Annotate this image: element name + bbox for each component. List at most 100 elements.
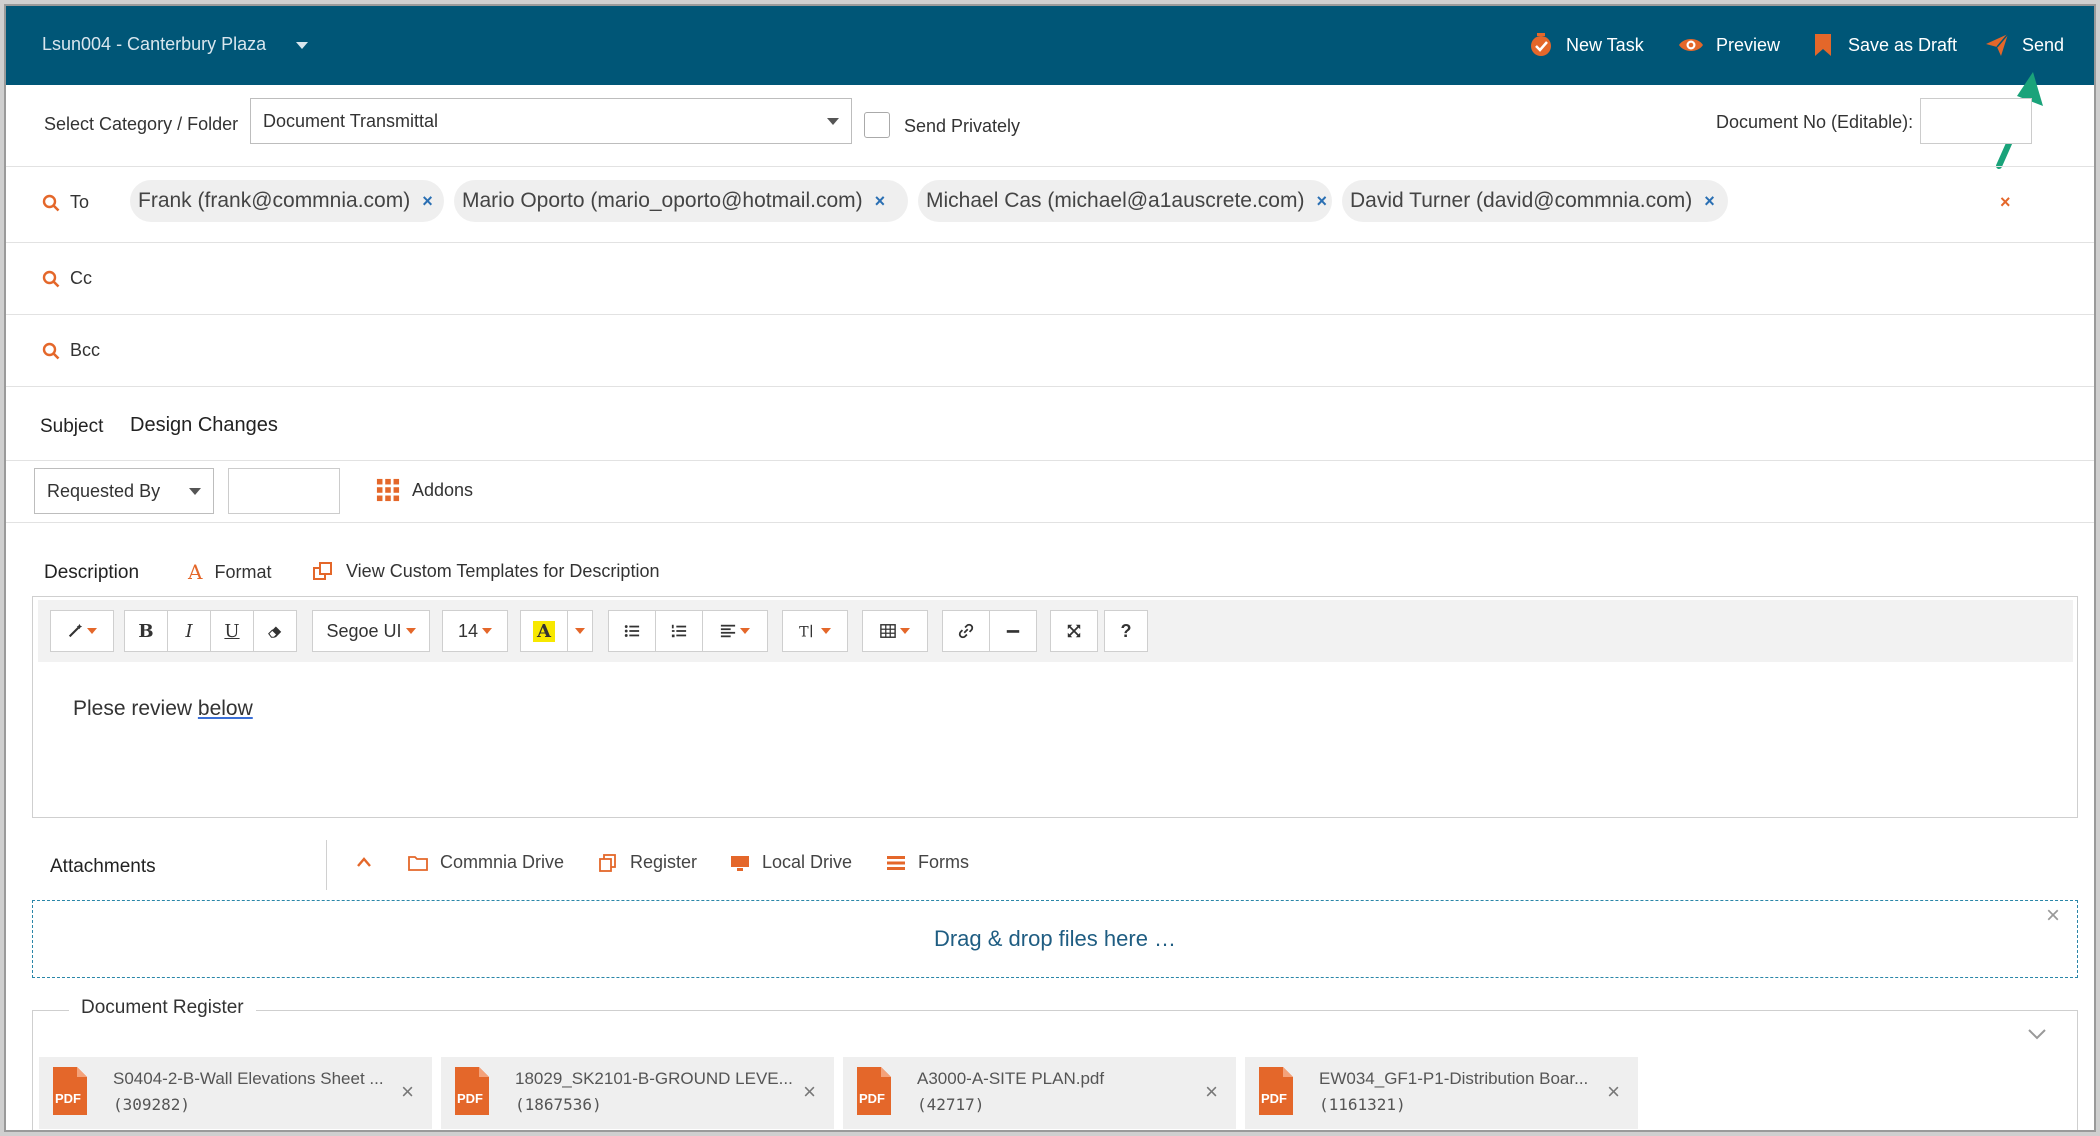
dropzone-label: Drag & drop files here … [933,926,1177,951]
attached-file[interactable]: PDF EW034_GF1-P1-Distribution Boar... (1… [1245,1057,1638,1129]
remove-recipient-icon[interactable]: × [1704,191,1715,212]
cc-label: Cc [70,268,92,288]
subject-label: Subject [40,416,104,437]
divider [6,314,2094,315]
pdf-label: PDF [1261,1091,1287,1106]
chevron-down-icon [405,628,416,634]
attachments-label: Attachments [50,856,156,877]
format-label: Format [214,561,272,582]
attached-file[interactable]: PDF S0404-2-B-Wall Elevations Sheet ... … [39,1057,432,1129]
remove-file-icon[interactable]: × [1607,1079,1620,1105]
file-dropzone[interactable]: Drag & drop files here … [32,900,2078,978]
to-label: To [70,192,90,212]
to-field-label[interactable]: To [42,192,89,213]
subject-input[interactable]: Design Changes [130,414,278,437]
remove-recipient-icon[interactable]: × [875,191,886,212]
register-button[interactable]: Register [598,852,697,873]
bcc-field-label[interactable]: Bcc [42,340,100,361]
file-name: 18029_SK2101-B-GROUND LEVE... [515,1069,793,1088]
category-label: Select Category / Folder [44,114,239,134]
remove-file-icon[interactable]: × [401,1079,414,1105]
font-family-select[interactable]: Segoe UI [312,610,430,652]
divider [6,386,2094,387]
divider [326,840,327,890]
chevron-down-icon[interactable] [296,42,308,49]
chevron-up-icon[interactable] [356,856,372,868]
text-height-icon: T [799,624,812,639]
table-button[interactable] [862,610,928,652]
cc-field-label[interactable]: Cc [42,268,92,289]
remove-file-icon[interactable]: × [803,1079,816,1105]
file-size: (1161321) [1319,1095,1406,1114]
commnia-drive-button[interactable]: Commnia Drive [408,852,564,873]
eye-icon [1679,39,1703,51]
recipient-chip: Mario Oporto (mario_oporto@hotmail.com) … [454,180,908,222]
requested-by-value: Requested By [47,480,161,501]
format-icon: A [188,560,203,584]
category-value: Document Transmittal [263,110,439,131]
chevron-down-icon [827,118,839,125]
requested-by-input[interactable] [228,468,340,514]
send-button[interactable]: Send [1984,32,2064,58]
project-selector[interactable]: Lsun004 - Canterbury Plaza [42,34,266,55]
editor-text: Plese review [73,697,198,720]
help-button[interactable]: ? [1104,610,1148,652]
italic-button[interactable]: I [167,610,211,652]
addons-button[interactable]: Addons [376,478,473,502]
folder-icon [408,855,428,871]
chevron-down-icon [900,628,910,634]
text-size-button[interactable]: T [782,610,848,652]
preview-button[interactable]: Preview [1678,32,1780,58]
bullet-list-button[interactable] [608,610,656,652]
divider [6,522,2094,523]
highlight-color-dropdown[interactable] [567,610,593,652]
bold-button[interactable]: B [124,610,168,652]
highlight-color-button[interactable]: A [520,610,568,652]
dropzone-close-icon[interactable]: × [2046,902,2060,930]
editor-text-underlined: below [197,697,253,720]
requested-by-select[interactable]: Requested By [34,468,214,514]
view-templates-button[interactable]: View Custom Templates for Description [312,560,659,582]
pdf-label: PDF [859,1091,885,1106]
fullscreen-button[interactable] [1050,610,1098,652]
remove-recipient-icon[interactable]: × [1316,191,1327,212]
font-family-value: Segoe UI [326,620,402,641]
remove-file-icon[interactable]: × [1205,1079,1218,1105]
divider [6,242,2094,243]
attached-file[interactable]: PDF A3000-A-SITE PLAN.pdf (42717) × [843,1057,1236,1129]
local-drive-label: Local Drive [762,852,853,872]
recipient-name: David Turner (david@commnia.com) [1350,189,1693,212]
clear-recipients-icon[interactable]: × [2000,192,2011,213]
local-drive-button[interactable]: Local Drive [730,852,852,873]
forms-icon [887,855,905,870]
link-button[interactable] [942,610,990,652]
file-name: A3000-A-SITE PLAN.pdf [917,1069,1105,1088]
bullet-list-icon [624,625,640,637]
new-task-button[interactable]: New Task [1528,32,1644,58]
link-icon [958,623,974,639]
send-privately-checkbox[interactable] [864,112,890,138]
format-button[interactable]: A Format [188,560,271,584]
chevron-down-icon [189,488,201,495]
font-size-select[interactable]: 14 [442,610,508,652]
horizontal-rule-button[interactable] [989,610,1037,652]
document-no-input[interactable] [1920,98,2032,144]
remove-recipient-icon[interactable]: × [422,191,433,212]
attached-file[interactable]: PDF 18029_SK2101-B-GROUND LEVE... (18675… [441,1057,834,1129]
align-left-icon [720,624,736,638]
editor-content[interactable]: Plese review below [73,697,253,721]
chevron-down-icon [821,628,831,634]
compose-window: Lsun004 - Canterbury Plaza New Task Prev… [4,4,2096,1132]
file-size: (1867536) [515,1095,602,1114]
save-draft-button[interactable]: Save as Draft [1810,32,1957,58]
forms-button[interactable]: Forms [886,852,969,873]
underline-button[interactable]: U [210,610,254,652]
style-button[interactable] [50,610,114,652]
font-size-value: 14 [457,620,479,641]
category-select[interactable]: Document Transmittal [250,98,852,144]
eraser-button[interactable] [253,610,297,652]
top-bar: Lsun004 - Canterbury Plaza New Task Prev… [6,6,2094,85]
numbered-list-button[interactable] [655,610,703,652]
chevron-down-icon[interactable] [2027,1027,2047,1041]
align-button[interactable] [702,610,768,652]
